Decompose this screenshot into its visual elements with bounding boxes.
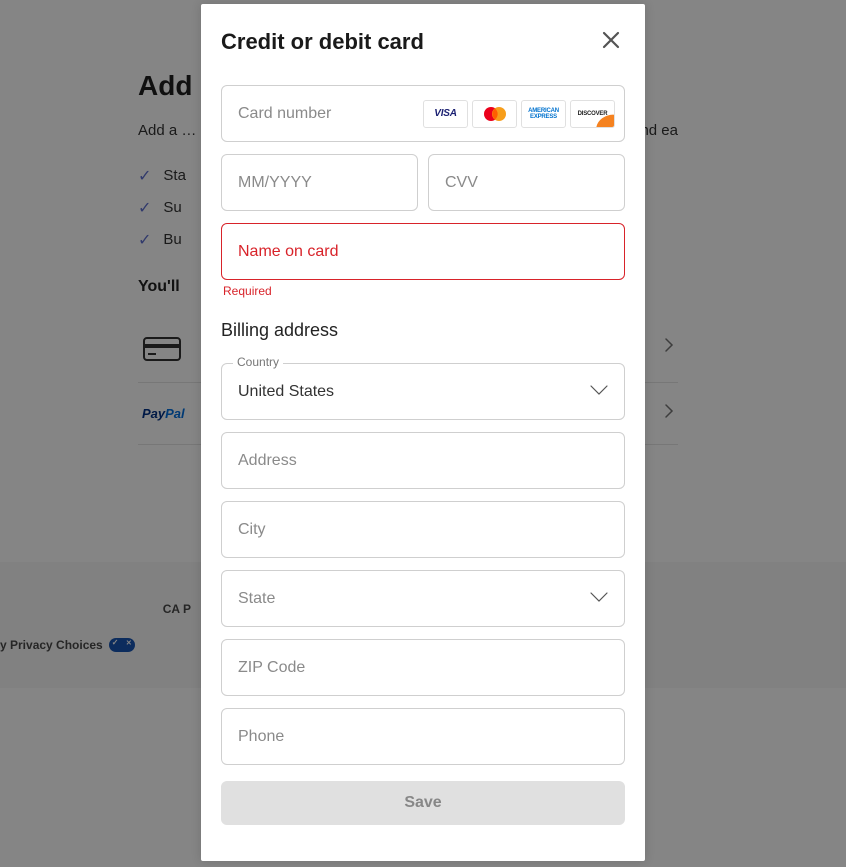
state-select[interactable] bbox=[221, 570, 625, 627]
expiry-input[interactable] bbox=[221, 154, 418, 211]
mastercard-icon bbox=[472, 100, 517, 128]
city-input[interactable] bbox=[221, 501, 625, 558]
zip-input[interactable] bbox=[221, 639, 625, 696]
discover-icon: DISCOVER bbox=[570, 100, 615, 128]
modal-title: Credit or debit card bbox=[221, 29, 424, 55]
visa-icon: VISA bbox=[423, 100, 468, 128]
expiry-field-wrap bbox=[221, 154, 418, 211]
country-select[interactable] bbox=[221, 363, 625, 420]
address-input[interactable] bbox=[221, 432, 625, 489]
country-label: Country bbox=[233, 355, 283, 369]
close-button[interactable] bbox=[597, 26, 625, 57]
name-on-card-input[interactable] bbox=[221, 223, 625, 280]
amex-icon: AMERICANEXPRESS bbox=[521, 100, 566, 128]
cvv-field-wrap bbox=[428, 154, 625, 211]
close-icon bbox=[601, 30, 621, 50]
save-button[interactable]: Save bbox=[221, 781, 625, 825]
city-field-wrap bbox=[221, 501, 625, 558]
page-background: Add Add a … kly and ea ✓ Sta ✓ Su ✓ Bu Y… bbox=[0, 0, 846, 867]
billing-section-title: Billing address bbox=[221, 320, 625, 341]
card-number-field-wrap: VISA AMERICANEXPRESS DISCOVER bbox=[221, 85, 625, 142]
cvv-input[interactable] bbox=[428, 154, 625, 211]
card-brand-icons: VISA AMERICANEXPRESS DISCOVER bbox=[423, 100, 615, 128]
phone-input[interactable] bbox=[221, 708, 625, 765]
country-field-wrap: Country bbox=[221, 363, 625, 420]
name-error-message: Required bbox=[223, 284, 625, 298]
address-field-wrap bbox=[221, 432, 625, 489]
name-field-wrap: Required bbox=[221, 223, 625, 298]
zip-field-wrap bbox=[221, 639, 625, 696]
card-modal: Credit or debit card VISA AMERICANEXPRES… bbox=[201, 4, 645, 861]
state-field-wrap bbox=[221, 570, 625, 627]
modal-header: Credit or debit card bbox=[201, 4, 645, 71]
phone-field-wrap bbox=[221, 708, 625, 765]
modal-scroll-area[interactable]: VISA AMERICANEXPRESS DISCOVER bbox=[201, 71, 645, 861]
